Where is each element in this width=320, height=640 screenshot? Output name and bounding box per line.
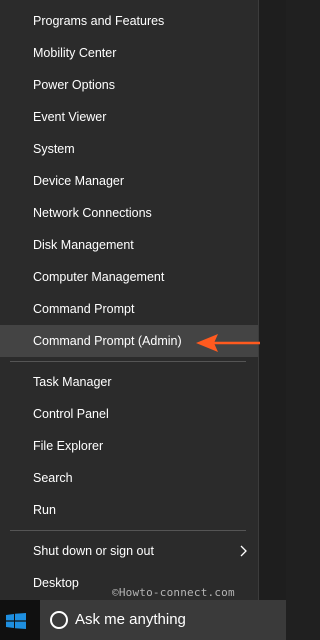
menu-item-file-explorer[interactable]: File Explorer bbox=[0, 430, 258, 462]
menu-item-power-options[interactable]: Power Options bbox=[0, 69, 258, 101]
taskbar: Ask me anything bbox=[0, 600, 286, 640]
desktop-background bbox=[259, 0, 286, 600]
search-box[interactable]: Ask me anything bbox=[40, 600, 286, 640]
menu-item-shut-down-or-sign-out[interactable]: Shut down or sign out bbox=[0, 535, 258, 567]
menu-item-label: Shut down or sign out bbox=[33, 544, 154, 558]
menu-item-computer-management[interactable]: Computer Management bbox=[0, 261, 258, 293]
menu-item-event-viewer[interactable]: Event Viewer bbox=[0, 101, 258, 133]
menu-item-device-manager[interactable]: Device Manager bbox=[0, 165, 258, 197]
menu-item-control-panel[interactable]: Control Panel bbox=[0, 398, 258, 430]
menu-item-run[interactable]: Run bbox=[0, 494, 258, 526]
arrow-left-icon bbox=[196, 334, 260, 352]
menu-item-command-prompt[interactable]: Command Prompt bbox=[0, 293, 258, 325]
menu-item-programs-and-features[interactable]: Programs and Features bbox=[0, 5, 258, 37]
search-placeholder: Ask me anything bbox=[75, 611, 186, 628]
menu-item-system[interactable]: System bbox=[0, 133, 258, 165]
menu-separator bbox=[10, 361, 246, 362]
chevron-right-icon bbox=[240, 545, 247, 557]
menu-item-search[interactable]: Search bbox=[0, 462, 258, 494]
menu-item-disk-management[interactable]: Disk Management bbox=[0, 229, 258, 261]
winx-context-menu: Programs and Features Mobility Center Po… bbox=[0, 0, 259, 600]
cortana-circle-icon bbox=[50, 611, 68, 629]
menu-item-task-manager[interactable]: Task Manager bbox=[0, 366, 258, 398]
windows-logo-icon bbox=[6, 613, 26, 629]
watermark: ©Howto-connect.com bbox=[112, 586, 235, 599]
menu-item-mobility-center[interactable]: Mobility Center bbox=[0, 37, 258, 69]
menu-item-network-connections[interactable]: Network Connections bbox=[0, 197, 258, 229]
menu-separator bbox=[10, 530, 246, 531]
start-button[interactable] bbox=[0, 600, 40, 640]
